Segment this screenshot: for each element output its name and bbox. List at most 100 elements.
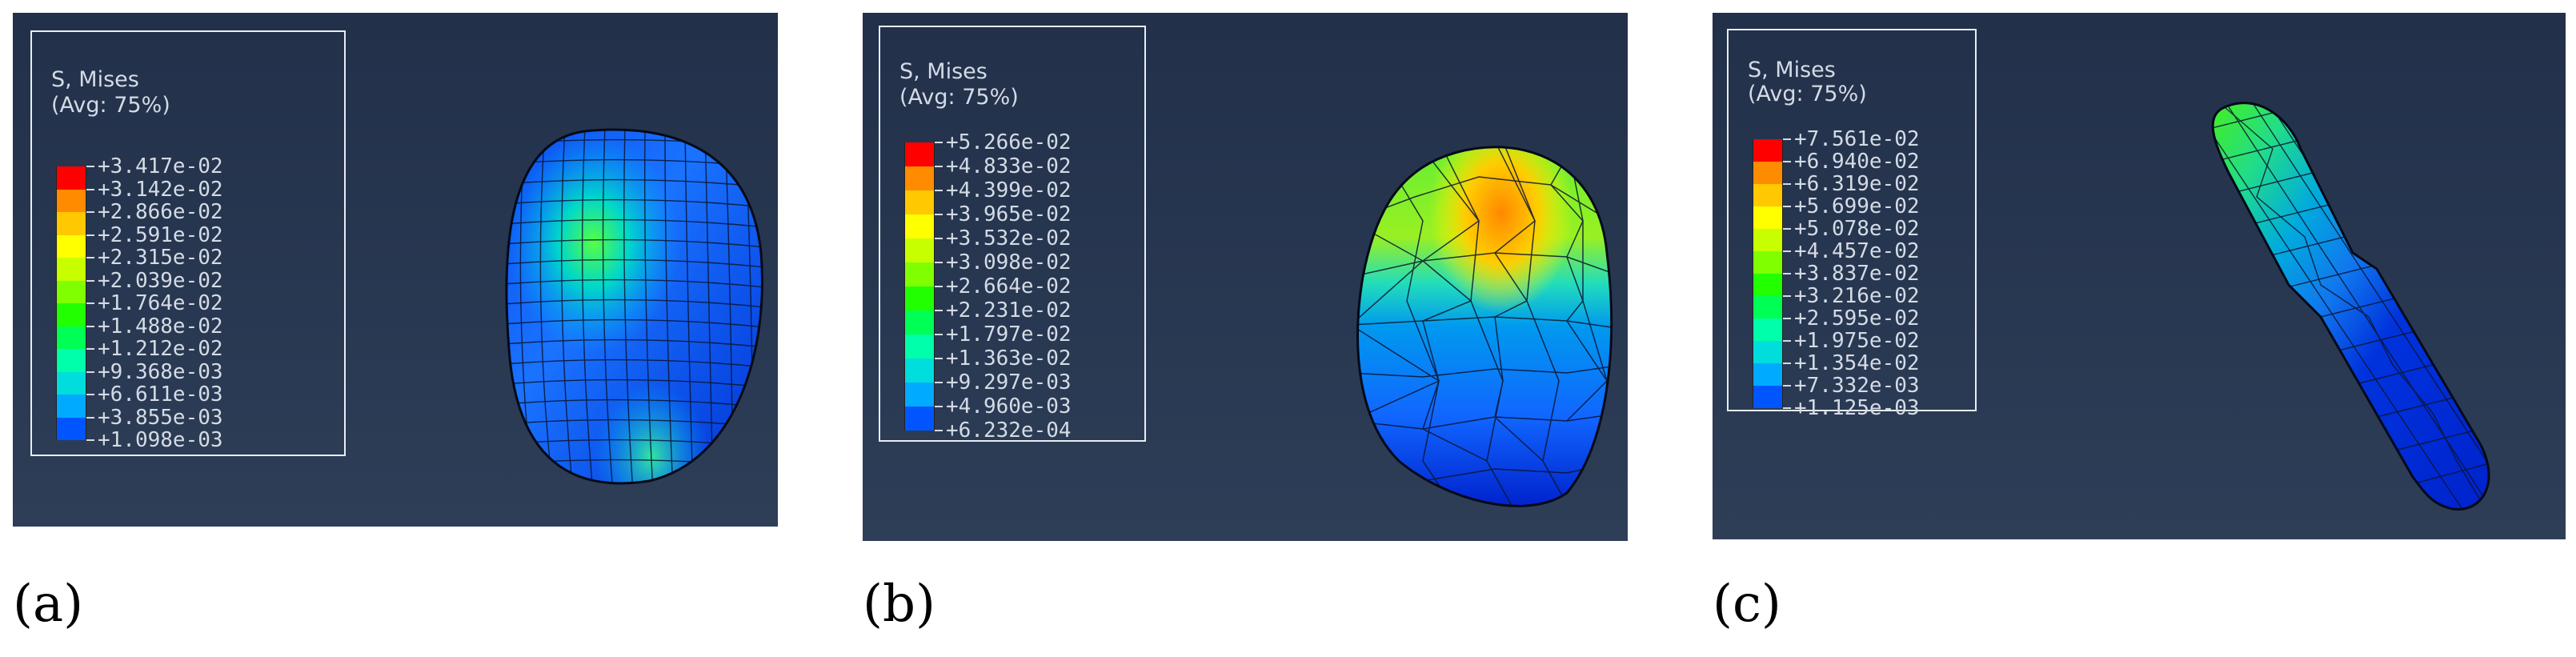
legend-value-label: +2.595e-02 xyxy=(1794,306,1920,331)
legend-subtitle: (Avg: 75%) xyxy=(899,85,1019,110)
legend-tick xyxy=(1783,138,1791,140)
legend-value-label: +1.098e-03 xyxy=(98,428,223,452)
legend-tick xyxy=(935,214,943,215)
panel-a: S, Mises (Avg: 75%) +3.417e-02 +3.142e-02 +2… xyxy=(13,13,778,527)
legend-color-swatch xyxy=(1753,318,1783,341)
legend-tick xyxy=(1783,273,1791,274)
legend-value-label: +3.216e-02 xyxy=(1794,284,1920,308)
legend-color-swatch xyxy=(1753,386,1783,408)
legend-color-swatch xyxy=(56,166,86,190)
legend-value-label: +2.315e-02 xyxy=(98,246,223,270)
legend-value-label: +5.266e-02 xyxy=(946,130,1072,154)
legend-value-label: +6.232e-04 xyxy=(946,419,1072,443)
legend-value-label: +6.319e-02 xyxy=(1794,172,1920,196)
legend-value-label: +1.354e-02 xyxy=(1794,351,1920,375)
legend-value-label: +5.699e-02 xyxy=(1794,194,1920,218)
legend-color-swatch xyxy=(1753,363,1783,386)
legend-value-label: +1.975e-02 xyxy=(1794,329,1920,353)
legend-tick xyxy=(1783,407,1791,409)
legend-subtitle: (Avg: 75%) xyxy=(1748,82,1867,106)
legend-title: S, Mises xyxy=(51,67,139,92)
legend-color-swatch xyxy=(904,407,935,431)
legend-tick xyxy=(935,262,943,263)
legend-value-label: +2.591e-02 xyxy=(98,222,223,247)
legend-tick xyxy=(935,286,943,287)
legend-tick xyxy=(935,238,943,239)
legend-tick xyxy=(86,188,94,190)
legend-value-label: +2.664e-02 xyxy=(946,274,1072,298)
legend-value-label: +2.231e-02 xyxy=(946,298,1072,322)
legend-color-swatch xyxy=(56,395,86,418)
legend-tick xyxy=(86,302,94,304)
legend-value-label: +1.212e-02 xyxy=(98,337,223,361)
legend-color-swatch xyxy=(1753,274,1783,296)
legend-tick xyxy=(1783,385,1791,387)
legend-color-swatch xyxy=(1753,206,1783,229)
legend-tick xyxy=(86,234,94,236)
legend-value-label: +9.368e-03 xyxy=(98,359,223,384)
contour-legend-c: S, Mises (Avg: 75%) +7.561e-02 +6.940e-02 +6… xyxy=(1727,29,1977,419)
legend-title: S, Mises xyxy=(1748,58,1836,82)
contour-legend-b: S, Mises (Avg: 75%) +5.266e-02 +4.833e-02 +4… xyxy=(879,26,1146,442)
legend-value-label: +3.855e-03 xyxy=(98,405,223,430)
legend-color-swatch xyxy=(56,371,86,395)
legend-tick xyxy=(86,166,94,167)
legend-color-swatch xyxy=(56,417,86,440)
legend-color-swatch xyxy=(1753,139,1783,162)
legend-color-swatch xyxy=(56,234,86,258)
legend-value-label: +4.960e-03 xyxy=(946,395,1072,419)
legend-tick xyxy=(935,142,943,143)
legend-color-swatch xyxy=(56,212,86,235)
legend-tick xyxy=(1783,340,1791,342)
panel-b: S, Mises (Avg: 75%) +5.266e-02 +4.833e-02 +4… xyxy=(863,13,1628,541)
caption-c: (c) xyxy=(1713,575,1781,634)
legend-subtitle: (Avg: 75%) xyxy=(51,93,170,118)
legend-value-label: +2.866e-02 xyxy=(98,200,223,224)
legend-tick xyxy=(935,406,943,407)
legend-value-label: +3.965e-02 xyxy=(946,202,1072,226)
legend-value-label: +5.078e-02 xyxy=(1794,217,1920,241)
legend-color-swatch xyxy=(1753,251,1783,274)
legend-tick xyxy=(1783,295,1791,297)
legend-color-swatch xyxy=(56,258,86,281)
legend-value-label: +3.532e-02 xyxy=(946,226,1072,250)
legend-color-swatch xyxy=(904,190,935,214)
legend-value-label: +7.332e-03 xyxy=(1794,374,1920,398)
legend-tick xyxy=(1783,161,1791,162)
legend-value-label: +3.142e-02 xyxy=(98,177,223,202)
panel-c: S, Mises (Avg: 75%) +7.561e-02 +6.940e-02 +6… xyxy=(1713,13,2566,539)
legend-tick xyxy=(935,358,943,359)
legend-value-label: +4.457e-02 xyxy=(1794,239,1920,263)
legend-value-label: +9.297e-03 xyxy=(946,371,1072,395)
legend-color-swatch xyxy=(904,359,935,383)
legend-tick xyxy=(86,439,94,441)
legend-color-swatch xyxy=(904,262,935,286)
legend-tick xyxy=(86,371,94,373)
legend-tick xyxy=(935,334,943,335)
legend-color-swatch xyxy=(904,310,935,335)
legend-value-label: +6.940e-02 xyxy=(1794,150,1920,174)
caption-a: (a) xyxy=(13,575,84,634)
legend-tick xyxy=(1783,363,1791,364)
legend-tick xyxy=(86,211,94,213)
contour-legend-a: S, Mises (Avg: 75%) +3.417e-02 +3.142e-02 +2… xyxy=(30,30,346,456)
legend-color-swatch xyxy=(904,142,935,166)
legend-tick xyxy=(935,382,943,383)
legend-color-swatch xyxy=(56,189,86,212)
legend-color-swatch xyxy=(904,166,935,190)
legend-tick xyxy=(1783,228,1791,230)
legend-tick xyxy=(86,325,94,327)
legend-color-swatch xyxy=(1753,296,1783,318)
legend-color-swatch xyxy=(904,238,935,262)
legend-value-label: +3.098e-02 xyxy=(946,250,1072,274)
legend-color-swatch xyxy=(904,286,935,310)
legend-value-label: +1.488e-02 xyxy=(98,314,223,339)
legend-tick xyxy=(86,394,94,395)
legend-tick xyxy=(86,416,94,419)
legend-color-swatch xyxy=(1753,229,1783,251)
legend-title: S, Mises xyxy=(899,59,988,84)
legend-tick xyxy=(935,430,943,431)
legend-tick xyxy=(1783,318,1791,319)
legend-value-label: +2.039e-02 xyxy=(98,268,223,293)
legend-color-swatch xyxy=(904,335,935,359)
